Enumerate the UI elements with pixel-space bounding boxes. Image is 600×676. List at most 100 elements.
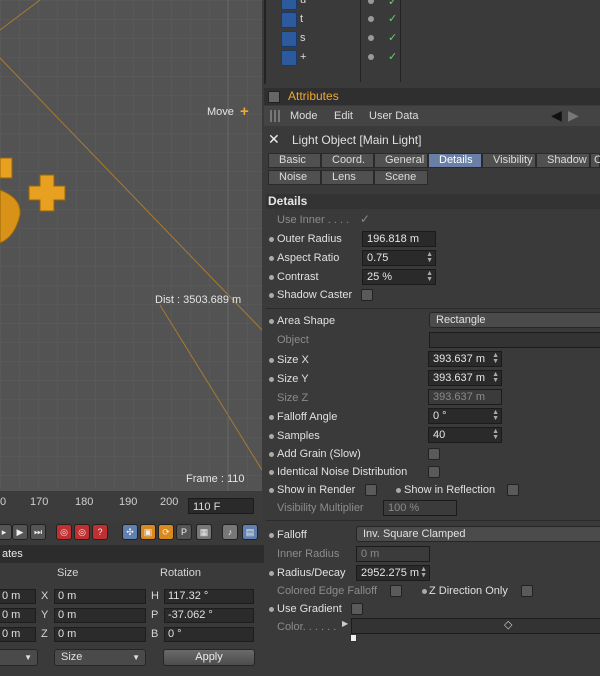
falloff-angle-input[interactable]: 0 ° ▲ ▼	[428, 408, 502, 424]
add-grain-checkbox[interactable]	[428, 448, 440, 460]
animate-dot-icon[interactable]	[269, 377, 274, 382]
size-z-input[interactable]: 393.637 m	[428, 389, 502, 405]
tab-shadow[interactable]: Shadow	[536, 153, 590, 168]
size-x-input[interactable]: 393.637 m ▲ ▼	[428, 351, 502, 367]
visibility-dot[interactable]	[368, 16, 374, 22]
gradient-stop-handle[interactable]	[350, 634, 357, 642]
enabled-check-icon[interactable]: ✓	[388, 0, 397, 8]
object-name[interactable]: s	[300, 32, 306, 44]
colored-edge-falloff-checkbox[interactable]	[390, 585, 402, 597]
key-position-icon[interactable]: ✣	[122, 524, 138, 540]
rotation-p-field[interactable]: -37.062 °	[164, 608, 254, 623]
timeline-settings-icon[interactable]: ▤	[242, 524, 258, 540]
use-inner-checkbox[interactable]: ✓	[360, 212, 370, 226]
forward-arrow-icon[interactable]: ▶	[568, 107, 579, 124]
key-rotation-icon[interactable]: ⟳	[158, 524, 174, 540]
enabled-check-icon[interactable]: ✓	[388, 50, 397, 63]
object-name[interactable]: +	[300, 51, 306, 63]
object-icon[interactable]	[281, 12, 297, 28]
sound-icon[interactable]: ♪	[222, 524, 238, 540]
animate-dot-icon[interactable]	[269, 256, 274, 261]
gradient-bar[interactable]: ◇	[351, 618, 600, 634]
animate-dot-icon[interactable]	[269, 293, 274, 298]
tab-details[interactable]: Details	[428, 153, 482, 168]
stepper-icon[interactable]: ▲ ▼	[426, 251, 433, 264]
step-forward-icon[interactable]: ▶	[12, 524, 28, 540]
animate-dot-icon[interactable]	[269, 434, 274, 439]
area-shape-dropdown[interactable]: Rectangle	[429, 312, 600, 328]
animate-dot-icon[interactable]	[269, 275, 274, 280]
tab-general[interactable]: General	[374, 153, 428, 168]
animate-dot-icon[interactable]	[422, 589, 427, 594]
tab-caustics[interactable]: C	[590, 153, 600, 168]
object-name[interactable]: t	[300, 13, 303, 25]
menu-mode[interactable]: Mode	[290, 110, 318, 122]
key-parameter-icon[interactable]: P	[176, 524, 192, 540]
3d-viewport[interactable]: Move + Dist : 3503.689 m Frame : 110	[0, 0, 262, 490]
tab-visibility[interactable]: Visibility	[482, 153, 536, 168]
menu-user-data[interactable]: User Data	[369, 110, 419, 122]
object-link-field[interactable]	[429, 332, 600, 348]
size-z-field[interactable]: 0 m	[54, 627, 146, 642]
tab-coord[interactable]: Coord.	[321, 153, 374, 168]
animate-dot-icon[interactable]	[269, 533, 274, 538]
coordinate-mode-dropdown[interactable]: ▼	[0, 649, 38, 666]
stepper-icon[interactable]: ▲ ▼	[492, 428, 499, 441]
size-y-input[interactable]: 393.637 m ▲ ▼	[428, 370, 502, 386]
inner-radius-input[interactable]: 0 m	[356, 546, 430, 562]
play-forward-icon[interactable]: ▸	[0, 524, 12, 540]
outer-radius-field[interactable]: 196.818 m	[362, 231, 436, 247]
animate-dot-icon[interactable]	[269, 237, 274, 242]
expand-arrow-icon[interactable]: ▶	[342, 619, 348, 628]
stepper-icon[interactable]: ▲ ▼	[420, 566, 427, 579]
back-arrow-icon[interactable]: ◀	[551, 107, 562, 124]
radius-decay-input[interactable]: 2952.275 m ▲ ▼	[356, 565, 430, 581]
use-gradient-checkbox[interactable]	[351, 603, 363, 615]
tab-scene[interactable]: Scene	[374, 170, 428, 185]
apply-button[interactable]: Apply	[163, 649, 255, 666]
show-in-reflection-checkbox[interactable]	[507, 484, 519, 496]
position-x-field[interactable]: 0 m	[0, 589, 36, 604]
identical-noise-checkbox[interactable]	[428, 466, 440, 478]
size-x-field[interactable]: 0 m	[54, 589, 146, 604]
visibility-dot[interactable]	[368, 35, 374, 41]
falloff-dropdown[interactable]: Inv. Square Clamped	[356, 526, 600, 542]
enabled-check-icon[interactable]: ✓	[388, 31, 397, 44]
animate-dot-icon[interactable]	[269, 488, 274, 493]
keyframe-selection-icon[interactable]: ?	[92, 524, 108, 540]
animate-dot-icon[interactable]	[269, 452, 274, 457]
visibility-dot[interactable]	[368, 54, 374, 60]
aspect-ratio-field[interactable]: 0.75 ▲ ▼	[362, 250, 436, 266]
object-name[interactable]: u	[300, 0, 306, 6]
contrast-field[interactable]: 25 % ▲ ▼	[362, 269, 436, 285]
position-y-field[interactable]: 0 m	[0, 608, 36, 623]
object-icon[interactable]	[281, 0, 297, 10]
enabled-check-icon[interactable]: ✓	[388, 12, 397, 25]
animate-dot-icon[interactable]	[269, 358, 274, 363]
size-y-field[interactable]: 0 m	[54, 608, 146, 623]
tab-basic[interactable]: Basic	[268, 153, 321, 168]
object-icon[interactable]	[281, 31, 297, 47]
rotation-b-field[interactable]: 0 °	[164, 627, 254, 642]
animate-dot-icon[interactable]	[269, 470, 274, 475]
move-icon[interactable]: +	[240, 103, 249, 120]
stepper-icon[interactable]: ▲ ▼	[492, 409, 499, 422]
show-in-render-checkbox[interactable]	[365, 484, 377, 496]
stepper-icon[interactable]: ▲ ▼	[426, 270, 433, 283]
record-keyframe-icon[interactable]: ◎	[56, 524, 72, 540]
menu-edit[interactable]: Edit	[334, 110, 353, 122]
tab-noise[interactable]: Noise	[268, 170, 321, 185]
z-direction-checkbox[interactable]	[521, 585, 533, 597]
current-frame-field[interactable]: 110 F	[188, 498, 254, 514]
key-pla-icon[interactable]: ▦	[196, 524, 212, 540]
gradient-knot-icon[interactable]: ◇	[504, 618, 512, 631]
stepper-icon[interactable]: ▲ ▼	[492, 371, 499, 384]
stepper-icon[interactable]: ▲ ▼	[492, 352, 499, 365]
rotation-h-field[interactable]: 117.32 °	[164, 589, 254, 604]
samples-input[interactable]: 40 ▲ ▼	[428, 427, 502, 443]
animate-dot-icon[interactable]	[269, 607, 274, 612]
grip-icon[interactable]	[270, 110, 282, 122]
animate-dot-icon[interactable]	[269, 571, 274, 576]
position-z-field[interactable]: 0 m	[0, 627, 36, 642]
tab-lens[interactable]: Lens	[321, 170, 374, 185]
